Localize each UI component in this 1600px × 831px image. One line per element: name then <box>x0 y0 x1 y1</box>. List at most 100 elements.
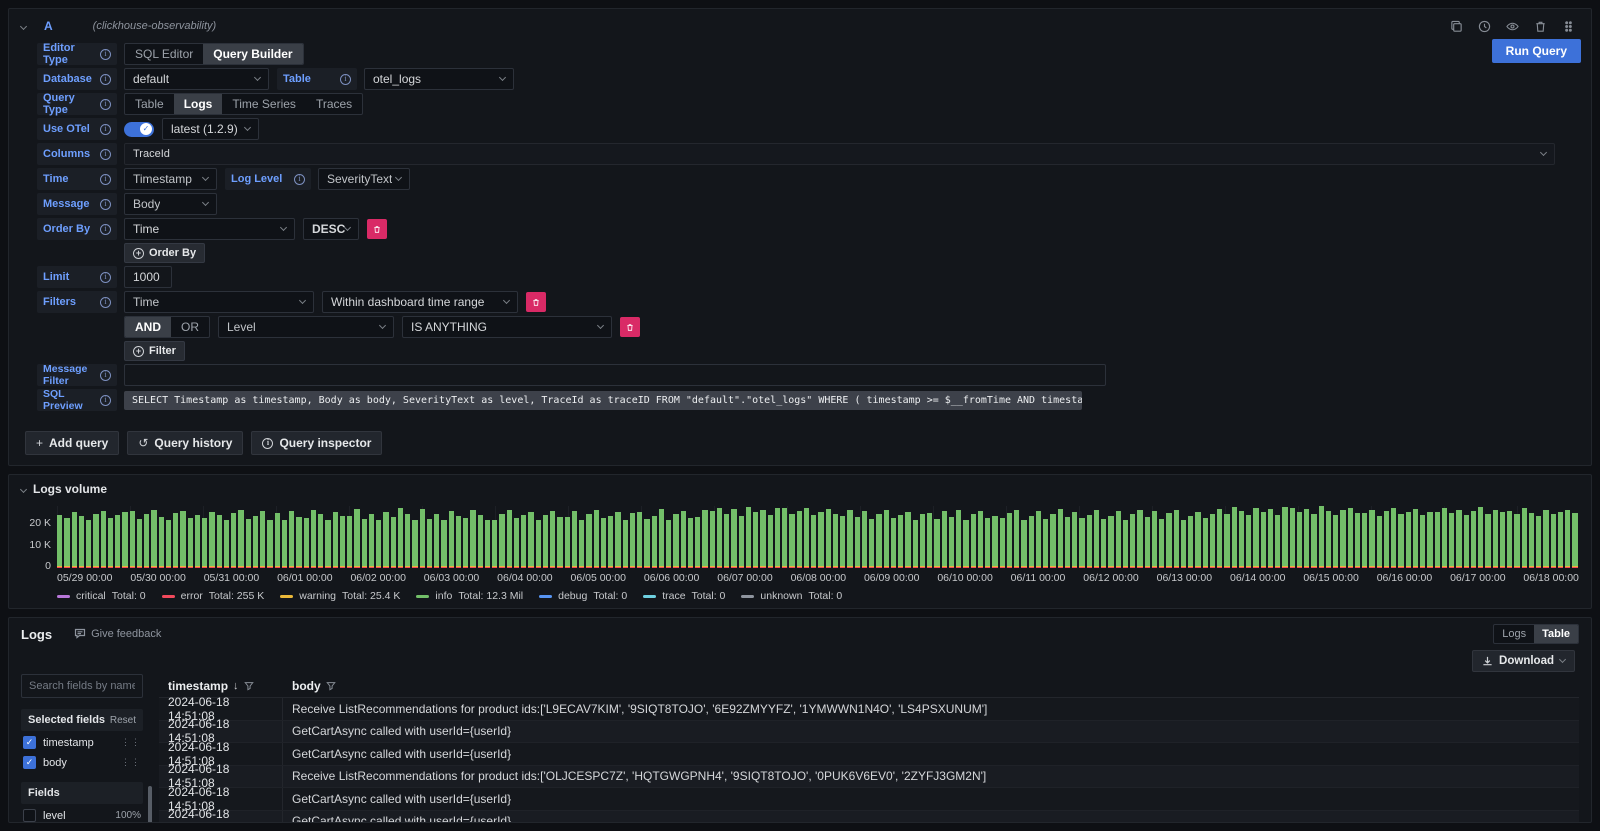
order-by-field-select[interactable]: Time <box>124 218 295 240</box>
volume-chart[interactable] <box>57 506 1579 568</box>
order-by-direction-select[interactable]: DESC <box>303 218 359 240</box>
otel-version-select[interactable]: latest (1.2.9) <box>162 118 259 140</box>
x-axis-labels: 05/29 00:0005/30 00:0005/31 00:0006/01 0… <box>57 572 1579 584</box>
remove-filter1-button[interactable] <box>526 292 546 312</box>
reset-button[interactable]: Reset <box>110 715 136 726</box>
table-row[interactable]: 2024-06-18 14:51:08GetCartAsync called w… <box>159 721 1579 744</box>
view-toggle-logs[interactable]: Logs <box>1494 625 1534 643</box>
filter2-operator-select[interactable]: IS ANYTHING <box>402 316 612 338</box>
search-fields-input[interactable] <box>21 674 143 698</box>
duplicate-icon[interactable] <box>1449 19 1463 33</box>
history-icon[interactable] <box>1477 19 1491 33</box>
remove-order-by-button[interactable] <box>367 219 387 239</box>
query-type-option-logs[interactable]: Logs <box>174 94 223 114</box>
table-select[interactable]: otel_logs <box>364 68 514 90</box>
info-icon[interactable] <box>100 370 111 381</box>
add-filter-button[interactable]: + Filter <box>124 341 185 361</box>
info-icon[interactable] <box>100 224 111 235</box>
timestamp-column-header[interactable]: timestamp ↓ <box>159 679 283 693</box>
trash-icon[interactable] <box>1533 19 1547 33</box>
columns-multiselect[interactable]: TraceId <box>124 143 1555 165</box>
table-row[interactable]: 2024-06-18 14:51:08GetCartAsync called w… <box>159 743 1579 766</box>
editor-type-option-sql-editor[interactable]: SQL Editor <box>125 44 203 64</box>
message-column-select[interactable]: Body <box>124 193 217 215</box>
drag-handle-icon[interactable]: ⋮⋮ <box>121 757 141 768</box>
info-icon[interactable] <box>100 74 111 85</box>
info-icon[interactable] <box>100 99 111 110</box>
table-row[interactable]: 2024-06-18 14:51:08GetCartAsync called w… <box>159 811 1579 824</box>
table-row[interactable]: 2024-06-18 14:51:08GetCartAsync called w… <box>159 788 1579 811</box>
bool-or-option[interactable]: OR <box>171 317 209 337</box>
give-feedback-link[interactable]: Give feedback <box>74 628 161 640</box>
legend-item-unknown[interactable]: unknownTotal: 0 <box>741 590 842 602</box>
query-inspector-button[interactable]: Query inspector <box>251 431 382 455</box>
limit-input[interactable] <box>124 266 172 288</box>
bool-and-option[interactable]: AND <box>125 317 171 337</box>
remove-filter2-button[interactable] <box>620 317 640 337</box>
legend-item-error[interactable]: errorTotal: 255 K <box>162 590 265 602</box>
volume-bar <box>1203 518 1208 568</box>
legend-item-warning[interactable]: warningTotal: 25.4 K <box>280 590 400 602</box>
info-icon[interactable] <box>100 49 111 60</box>
use-otel-toggle[interactable]: ✓ <box>124 122 154 137</box>
sort-desc-icon[interactable]: ↓ <box>233 680 239 692</box>
add-order-by-button[interactable]: + Order By <box>124 243 205 263</box>
info-icon[interactable] <box>340 74 351 85</box>
filter-icon[interactable] <box>326 681 336 691</box>
query-ref-id[interactable]: A <box>44 19 53 33</box>
table-row[interactable]: 2024-06-18 14:51:08Receive ListRecommend… <box>159 698 1579 721</box>
info-icon[interactable] <box>294 174 305 185</box>
volume-bar <box>804 508 809 568</box>
table-row[interactable]: 2024-06-18 14:51:08Receive ListRecommend… <box>159 766 1579 789</box>
volume-bar <box>173 513 178 568</box>
run-query-button[interactable]: Run Query <box>1492 39 1581 63</box>
drag-handle-icon[interactable]: ⋮⋮ <box>121 737 141 748</box>
time-column-select[interactable]: Timestamp <box>124 168 217 190</box>
drag-handle-icon[interactable] <box>1561 19 1575 33</box>
plus-icon: + <box>36 436 43 450</box>
volume-bar <box>188 518 193 568</box>
info-icon[interactable] <box>100 199 111 210</box>
legend-item-critical[interactable]: criticalTotal: 0 <box>57 590 146 602</box>
body-column-header[interactable]: body <box>283 679 345 693</box>
database-select[interactable]: default <box>124 68 269 90</box>
filter1-field-select[interactable]: Time <box>124 291 314 313</box>
info-icon[interactable] <box>100 395 111 406</box>
field-checkbox[interactable] <box>23 809 36 822</box>
filter1-operator-select[interactable]: Within dashboard time range <box>322 291 518 313</box>
collapse-chevron-icon[interactable] <box>20 22 27 29</box>
legend-item-info[interactable]: infoTotal: 12.3 Mil <box>416 590 523 602</box>
query-type-option-traces[interactable]: Traces <box>306 94 362 114</box>
field-checkbox[interactable]: ✓ <box>23 756 36 769</box>
volume-bar <box>1522 508 1527 568</box>
field-checkbox[interactable]: ✓ <box>23 736 36 749</box>
volume-bar <box>1427 512 1432 568</box>
info-icon[interactable] <box>100 272 111 283</box>
query-history-button[interactable]: ↺ Query history <box>127 431 243 455</box>
volume-bar <box>1297 512 1302 568</box>
add-query-button[interactable]: + Add query <box>25 431 119 455</box>
filter2-field-select[interactable]: Level <box>218 316 394 338</box>
query-type-option-table[interactable]: Table <box>125 94 174 114</box>
sidebar-scrollbar[interactable] <box>148 786 152 823</box>
log-level-select[interactable]: SeverityText <box>318 168 410 190</box>
y-tick-label: 20 K <box>29 517 51 529</box>
volume-bar <box>1529 513 1534 568</box>
editor-type-option-query-builder[interactable]: Query Builder <box>203 44 302 64</box>
info-icon[interactable] <box>100 297 111 308</box>
legend-item-trace[interactable]: traceTotal: 0 <box>643 590 725 602</box>
legend-item-debug[interactable]: debugTotal: 0 <box>539 590 627 602</box>
column-name[interactable]: body <box>292 679 321 693</box>
message-filter-input[interactable] <box>124 364 1106 386</box>
info-icon[interactable] <box>100 124 111 135</box>
download-button[interactable]: Download <box>1472 650 1575 672</box>
info-icon[interactable] <box>100 149 111 160</box>
column-name[interactable]: timestamp <box>168 679 228 693</box>
view-toggle-table[interactable]: Table <box>1534 625 1578 643</box>
info-icon[interactable] <box>100 174 111 185</box>
logs-volume-header[interactable]: Logs volume <box>21 482 1579 496</box>
eye-icon[interactable] <box>1505 19 1519 33</box>
filter-icon[interactable] <box>244 681 254 691</box>
volume-bar <box>224 520 229 568</box>
query-type-option-time-series[interactable]: Time Series <box>222 94 306 114</box>
